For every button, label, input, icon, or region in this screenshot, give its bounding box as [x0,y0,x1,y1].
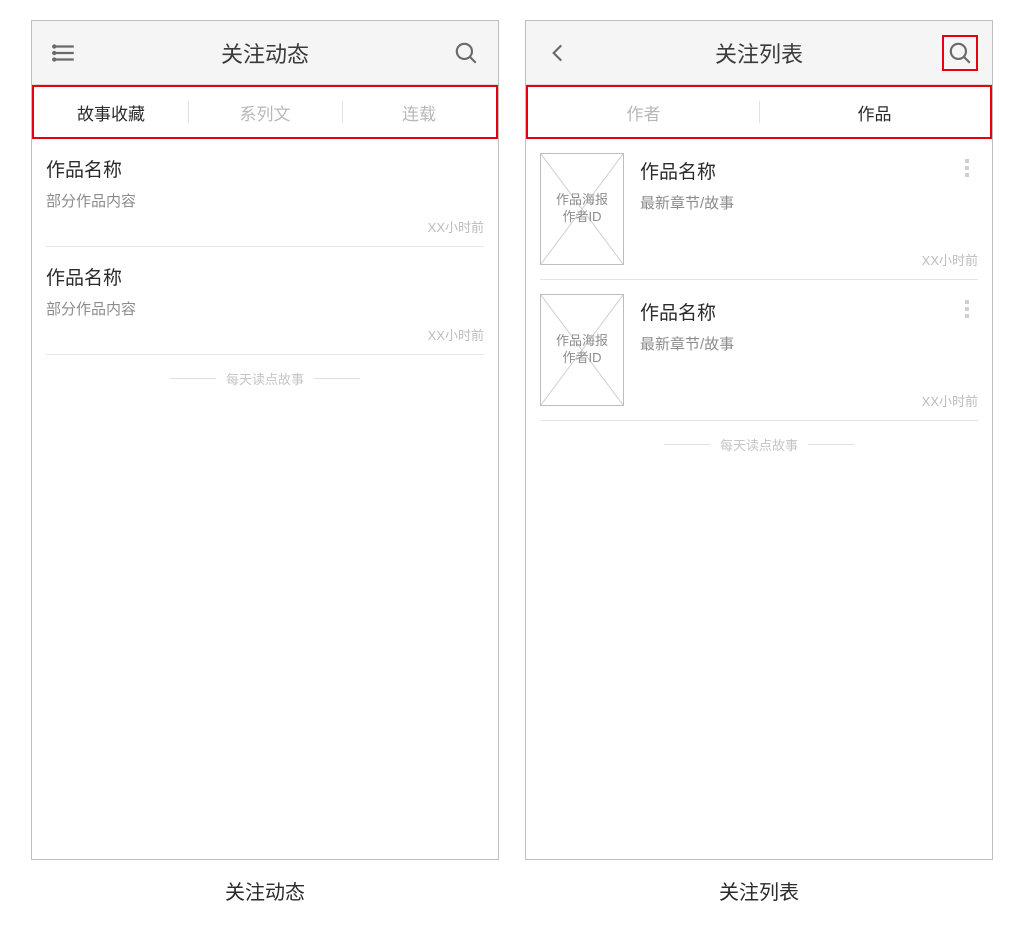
item-desc: 最新章节/故事 [640,192,968,213]
tab-serial[interactable]: 连载 [342,87,496,137]
list-item[interactable]: 作品海报 作者ID 作品名称 最新章节/故事 XX小时前 [540,139,978,280]
tabs-bar: 故事收藏 系列文 连载 [32,85,498,139]
back-icon[interactable] [540,35,576,71]
item-time: XX小时前 [922,391,978,410]
header: 关注动态 [32,21,498,85]
list-item[interactable]: 作品海报 作者ID 作品名称 最新章节/故事 XX小时前 [540,280,978,421]
item-desc: 最新章节/故事 [640,333,968,354]
more-icon[interactable] [958,153,976,183]
poster-placeholder: 作品海报 作者ID [540,153,624,265]
end-tagline: 每天读点故事 [540,421,978,468]
tab-series[interactable]: 系列文 [188,87,342,137]
item-title: 作品名称 [640,157,968,184]
more-icon[interactable] [958,294,976,324]
header: 关注列表 [526,21,992,85]
works-list: 作品海报 作者ID 作品名称 最新章节/故事 XX小时前 作品海报 作者ID [526,139,992,859]
tagline-text: 每天读点故事 [226,369,304,388]
list-item[interactable]: 作品名称 部分作品内容 XX小时前 [46,139,484,247]
item-time: XX小时前 [46,325,484,344]
tab-story-fav[interactable]: 故事收藏 [34,87,188,137]
tabs-bar: 作者 作品 [526,85,992,139]
poster-placeholder: 作品海报 作者ID [540,294,624,406]
page-title: 关注列表 [526,37,992,69]
tagline-text: 每天读点故事 [720,435,798,454]
item-title: 作品名称 [46,155,484,182]
item-time: XX小时前 [46,217,484,236]
search-icon[interactable] [942,35,978,71]
end-tagline: 每天读点故事 [46,355,484,402]
item-desc: 部分作品内容 [46,190,484,211]
tab-works[interactable]: 作品 [759,87,990,137]
page-title: 关注动态 [32,37,498,69]
poster-text: 作品海报 作者ID [556,192,608,226]
item-title: 作品名称 [46,263,484,290]
list-item[interactable]: 作品名称 部分作品内容 XX小时前 [46,247,484,355]
item-desc: 部分作品内容 [46,298,484,319]
item-title: 作品名称 [640,298,968,325]
feed-list: 作品名称 部分作品内容 XX小时前 作品名称 部分作品内容 XX小时前 每天读点… [32,139,498,859]
poster-text: 作品海报 作者ID [556,333,608,367]
phone-follow-feed: 关注动态 故事收藏 系列文 连载 作品名称 部分作品内容 XX小时前 作品名称 … [31,20,499,860]
item-time: XX小时前 [922,250,978,269]
menu-icon[interactable] [46,35,82,71]
screen-caption: 关注列表 [719,876,799,905]
tab-author[interactable]: 作者 [528,87,759,137]
phone-follow-list: 关注列表 作者 作品 作品海报 作者ID [525,20,993,860]
search-icon[interactable] [448,35,484,71]
screen-caption: 关注动态 [225,876,305,905]
